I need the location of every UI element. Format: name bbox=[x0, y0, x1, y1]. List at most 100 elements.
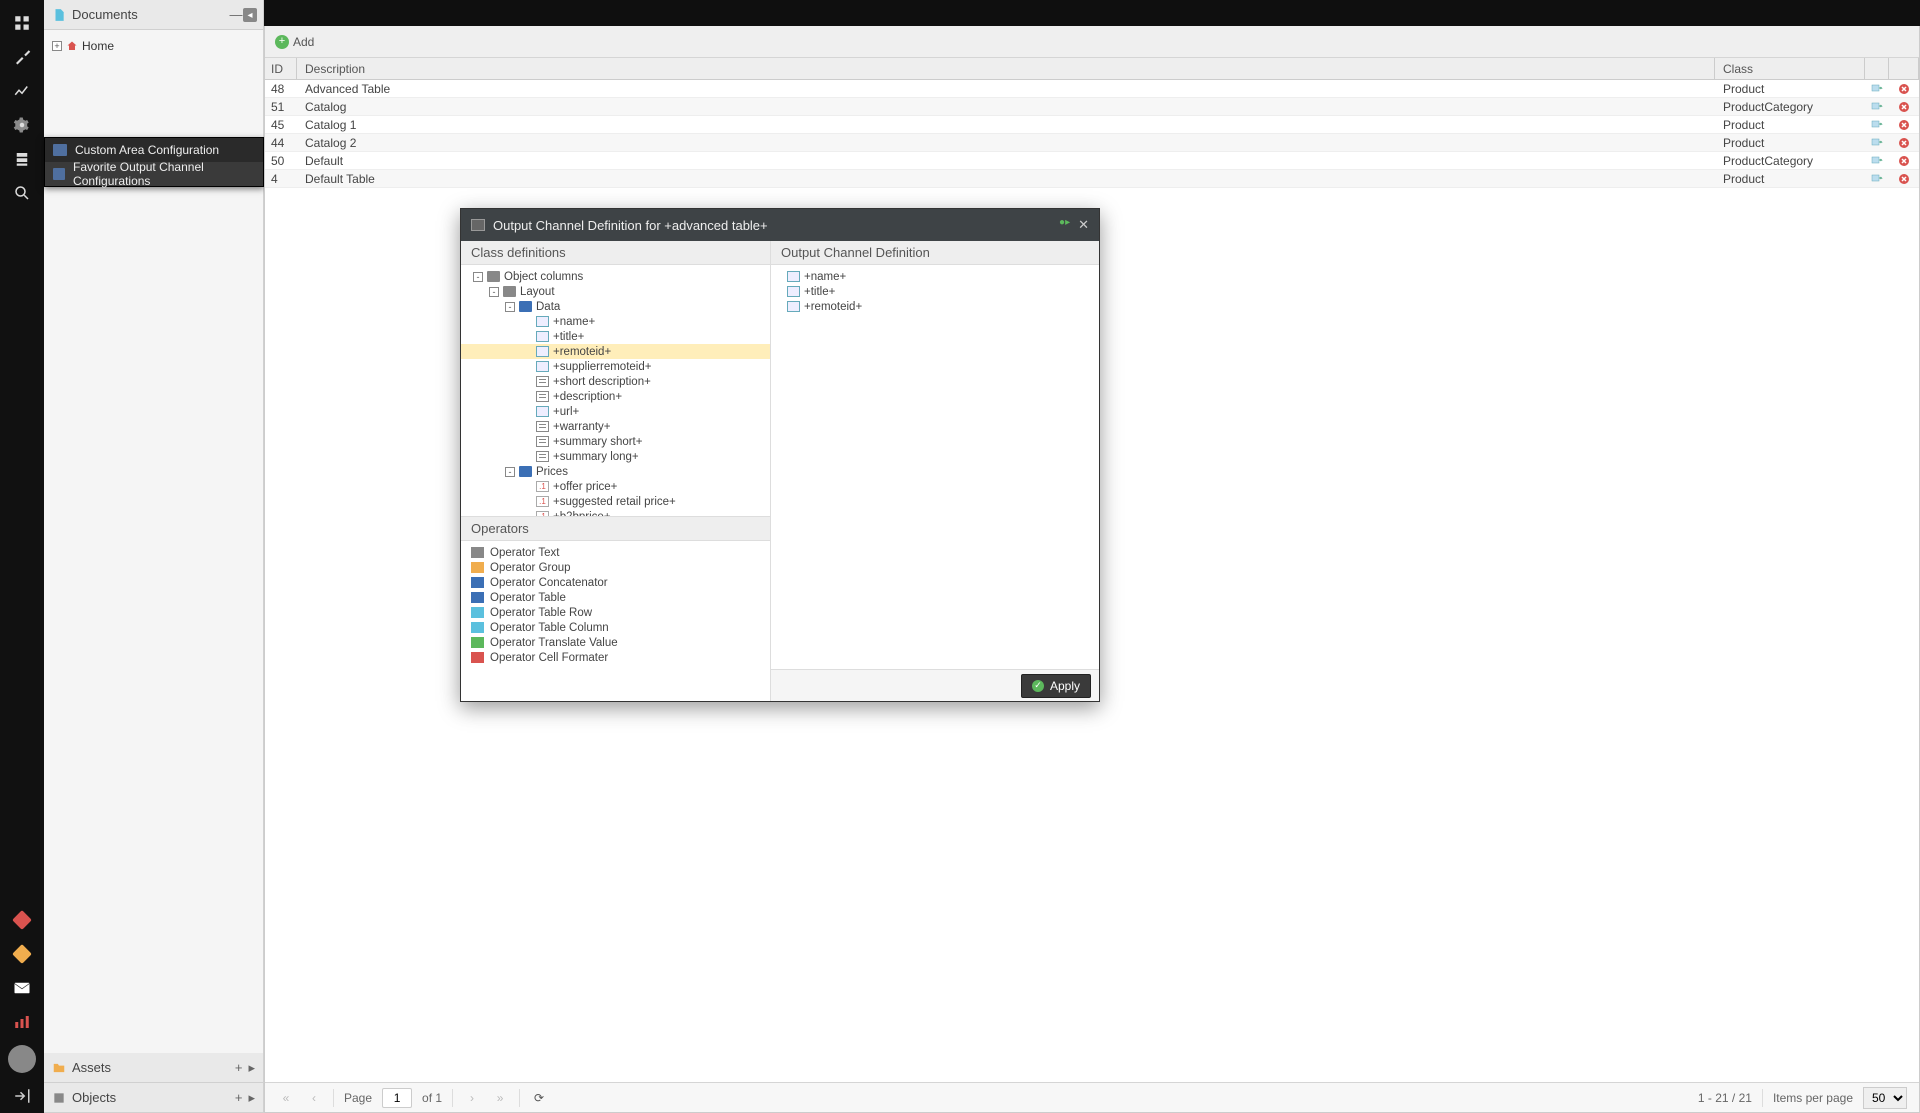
page-input[interactable] bbox=[382, 1088, 412, 1108]
open-row-icon[interactable] bbox=[1870, 83, 1884, 95]
add-button[interactable]: + Add bbox=[275, 35, 314, 49]
operator-item[interactable]: Operator Translate Value bbox=[461, 635, 770, 650]
apply-button[interactable]: ✓ Apply bbox=[1021, 674, 1091, 698]
col-description[interactable]: Description bbox=[297, 58, 1715, 79]
col-id[interactable]: ID bbox=[265, 58, 297, 79]
avatar[interactable] bbox=[8, 1045, 36, 1073]
panel-menu-icon[interactable]: ▸ bbox=[248, 1090, 255, 1106]
assets-panel-header[interactable]: Assets + ▸ bbox=[44, 1053, 263, 1083]
operators-list[interactable]: Operator TextOperator GroupOperator Conc… bbox=[461, 541, 770, 701]
operator-item[interactable]: Operator Table Row bbox=[461, 605, 770, 620]
toggle-icon[interactable]: - bbox=[489, 287, 499, 297]
table-row[interactable]: 51CatalogProductCategory bbox=[265, 98, 1919, 116]
operator-item[interactable]: Operator Text bbox=[461, 545, 770, 560]
warning-icon[interactable] bbox=[5, 937, 39, 971]
col-class[interactable]: Class bbox=[1715, 58, 1865, 79]
first-page-icon[interactable]: « bbox=[277, 1091, 295, 1105]
tree-node[interactable]: .1+suggested retail price+ bbox=[461, 494, 770, 509]
objects-icon bbox=[52, 1091, 66, 1105]
settings-icon[interactable] bbox=[5, 108, 39, 142]
operator-item[interactable]: Operator Group bbox=[461, 560, 770, 575]
prev-page-icon[interactable]: ‹ bbox=[305, 1091, 323, 1105]
operator-item[interactable]: Operator Concatenator bbox=[461, 575, 770, 590]
node-icon bbox=[503, 286, 516, 297]
delete-row-icon[interactable] bbox=[1897, 119, 1911, 131]
table-row[interactable]: 44Catalog 2Product bbox=[265, 134, 1919, 152]
tree-node[interactable]: .1+offer price+ bbox=[461, 479, 770, 494]
tree-row[interactable]: + Home bbox=[52, 36, 255, 56]
open-row-icon[interactable] bbox=[1870, 173, 1884, 185]
table-row[interactable]: 45Catalog 1Product bbox=[265, 116, 1919, 134]
modal-header[interactable]: Output Channel Definition for +advanced … bbox=[461, 209, 1099, 241]
server-icon[interactable] bbox=[5, 142, 39, 176]
table-row[interactable]: 4Default TableProduct bbox=[265, 170, 1919, 188]
context-menu-item[interactable]: Custom Area Configuration bbox=[45, 138, 263, 162]
delete-row-icon[interactable] bbox=[1897, 83, 1911, 95]
tree-node[interactable]: +supplierremoteid+ bbox=[461, 359, 770, 374]
expand-icon[interactable]: + bbox=[52, 41, 62, 51]
open-row-icon[interactable] bbox=[1870, 137, 1884, 149]
output-item[interactable]: +remoteid+ bbox=[777, 299, 1099, 314]
toggle-icon[interactable]: - bbox=[505, 302, 515, 312]
home-icon[interactable] bbox=[5, 6, 39, 40]
output-item[interactable]: +name+ bbox=[777, 269, 1099, 284]
open-row-icon[interactable] bbox=[1870, 101, 1884, 113]
modal-add-icon[interactable]: ●▸ bbox=[1059, 217, 1070, 233]
logout-icon[interactable] bbox=[5, 1079, 39, 1113]
tree-node[interactable]: +url+ bbox=[461, 404, 770, 419]
tree-node[interactable]: +summary short+ bbox=[461, 434, 770, 449]
tree-node[interactable]: -Prices bbox=[461, 464, 770, 479]
open-row-icon[interactable] bbox=[1870, 155, 1884, 167]
output-item[interactable]: +title+ bbox=[777, 284, 1099, 299]
table-row[interactable]: 48Advanced TableProduct bbox=[265, 80, 1919, 98]
last-page-icon[interactable]: » bbox=[491, 1091, 509, 1105]
operators-header: Operators bbox=[461, 517, 770, 541]
operator-item[interactable]: Operator Table Column bbox=[461, 620, 770, 635]
next-page-icon[interactable]: › bbox=[463, 1091, 481, 1105]
collapse-sidebar-icon[interactable]: ◂ bbox=[243, 8, 257, 22]
stats-icon[interactable] bbox=[5, 1005, 39, 1039]
cell-id: 45 bbox=[265, 116, 297, 133]
reports-icon[interactable] bbox=[5, 74, 39, 108]
tools-icon[interactable] bbox=[5, 40, 39, 74]
add-asset-icon[interactable]: + bbox=[235, 1060, 243, 1076]
panel-menu-icon[interactable]: ▸ bbox=[248, 1060, 255, 1076]
ipp-select[interactable]: 50 bbox=[1863, 1087, 1907, 1109]
tree-node[interactable]: -Data bbox=[461, 299, 770, 314]
refresh-icon[interactable]: ⟳ bbox=[530, 1091, 548, 1105]
tree-node[interactable]: +remoteid+ bbox=[461, 344, 770, 359]
tree-node[interactable]: -Object columns bbox=[461, 269, 770, 284]
toggle-icon[interactable]: - bbox=[473, 272, 483, 282]
output-list[interactable]: +name++title++remoteid+ bbox=[771, 265, 1099, 669]
delete-row-icon[interactable] bbox=[1897, 137, 1911, 149]
table-row[interactable]: 50DefaultProductCategory bbox=[265, 152, 1919, 170]
mail-icon[interactable] bbox=[5, 971, 39, 1005]
tree-node[interactable]: .1+b2bprice+ bbox=[461, 509, 770, 516]
tree-node[interactable]: +warranty+ bbox=[461, 419, 770, 434]
assets-title: Assets bbox=[72, 1060, 111, 1075]
operator-item[interactable]: Operator Cell Formater bbox=[461, 650, 770, 665]
add-label: Add bbox=[293, 35, 314, 49]
tree-node[interactable]: +short description+ bbox=[461, 374, 770, 389]
objects-panel-header[interactable]: Objects + ▸ bbox=[44, 1083, 263, 1113]
delete-row-icon[interactable] bbox=[1897, 173, 1911, 185]
modal-close-icon[interactable]: ✕ bbox=[1078, 217, 1089, 233]
tree-node[interactable]: -Layout bbox=[461, 284, 770, 299]
tree-node[interactable]: +title+ bbox=[461, 329, 770, 344]
tree-node[interactable]: +summary long+ bbox=[461, 449, 770, 464]
documents-panel-header[interactable]: Documents — ▸ bbox=[44, 0, 263, 30]
cell-desc: Default bbox=[297, 152, 1715, 169]
alert-icon[interactable] bbox=[5, 903, 39, 937]
tree-node[interactable]: +description+ bbox=[461, 389, 770, 404]
open-row-icon[interactable] bbox=[1870, 119, 1884, 131]
tree-node[interactable]: +name+ bbox=[461, 314, 770, 329]
delete-row-icon[interactable] bbox=[1897, 155, 1911, 167]
operator-item[interactable]: Operator Table bbox=[461, 590, 770, 605]
delete-row-icon[interactable] bbox=[1897, 101, 1911, 113]
panel-minimize-icon[interactable]: — bbox=[229, 7, 242, 23]
add-object-icon[interactable]: + bbox=[235, 1090, 243, 1106]
toggle-icon[interactable]: - bbox=[505, 467, 515, 477]
context-menu-item[interactable]: Favorite Output Channel Configurations bbox=[45, 162, 263, 186]
search-icon[interactable] bbox=[5, 176, 39, 210]
class-tree[interactable]: -Object columns-Layout-Data+name++title+… bbox=[461, 265, 770, 516]
